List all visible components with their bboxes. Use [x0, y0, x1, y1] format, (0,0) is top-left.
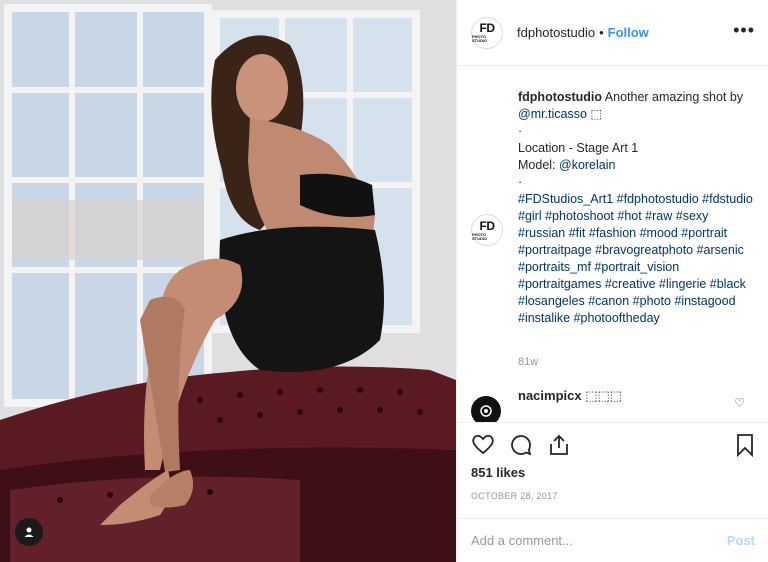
caption-text: fdphotostudio Another amazing shot by @m…	[518, 89, 754, 327]
post-photo[interactable]	[0, 0, 456, 562]
photo-illustration	[0, 0, 456, 562]
bookmark-icon[interactable]	[735, 433, 755, 457]
caption-username[interactable]: fdphotostudio	[518, 90, 602, 104]
caption-dot: ·	[518, 124, 523, 138]
likes-count[interactable]: 851 likes	[471, 465, 525, 480]
comment-icon[interactable]	[509, 433, 533, 457]
ellipsis-icon[interactable]: •••	[733, 20, 755, 41]
caption-logo-subtext: PHOTO STUDIO	[472, 231, 488, 241]
mention-link[interactable]: @mr.ticasso	[518, 107, 587, 121]
caption-avatar[interactable]: FD PHOTO STUDIO	[471, 214, 503, 246]
profile-avatar[interactable]: FD PHOTO STUDIO	[471, 16, 503, 49]
post-button[interactable]: Post	[727, 533, 755, 548]
share-icon[interactable]	[547, 433, 571, 457]
logo-subtext: PHOTO STUDIO	[472, 34, 488, 43]
caption-line1: Another amazing shot by	[602, 90, 744, 104]
logo-text: FD	[479, 21, 496, 35]
post-date: OCTOBER 28, 2017	[471, 491, 558, 501]
comment-2-text: ⬚⬚⬚	[581, 388, 623, 403]
instagram-post: FD PHOTO STUDIO fdphotostudio • Follow •…	[0, 0, 768, 562]
comment-2-username[interactable]: nacimpicx	[518, 388, 582, 403]
user-tag-icon[interactable]	[15, 518, 43, 546]
model-mention-link[interactable]: @korelain	[559, 158, 615, 172]
comment-2: nacimpicx ⬚⬚⬚	[518, 388, 622, 404]
caption-dot-2: ·	[518, 175, 523, 189]
caption-model-label: Model:	[518, 158, 559, 172]
header-username[interactable]: fdphotostudio	[517, 25, 595, 40]
caption-location: Location - Stage Art 1	[518, 141, 639, 155]
caption-age: 81w	[518, 356, 539, 368]
follow-button[interactable]: Follow	[608, 25, 649, 40]
comment-heart-icon[interactable]: ♡	[734, 396, 745, 410]
header-separator: •	[599, 25, 604, 40]
post-sidebar: FD PHOTO STUDIO fdphotostudio • Follow •…	[456, 0, 768, 562]
action-bar: 851 likes OCTOBER 28, 2017	[457, 422, 768, 518]
comment-input[interactable]	[471, 533, 727, 548]
commenter-avatar[interactable]	[471, 396, 501, 422]
add-comment-bar: Post	[457, 518, 768, 562]
comments-list[interactable]: FD PHOTO STUDIO fdphotostudio Another am…	[457, 66, 768, 422]
hashtags[interactable]: #FDStudios_Art1 #fdphotostudio #fdstudio…	[518, 192, 753, 325]
caption-emoji: ⬚	[586, 107, 603, 121]
post-header: FD PHOTO STUDIO fdphotostudio • Follow •…	[457, 0, 768, 66]
heart-icon[interactable]	[471, 433, 495, 455]
caption-logo-text: FD	[479, 218, 496, 233]
